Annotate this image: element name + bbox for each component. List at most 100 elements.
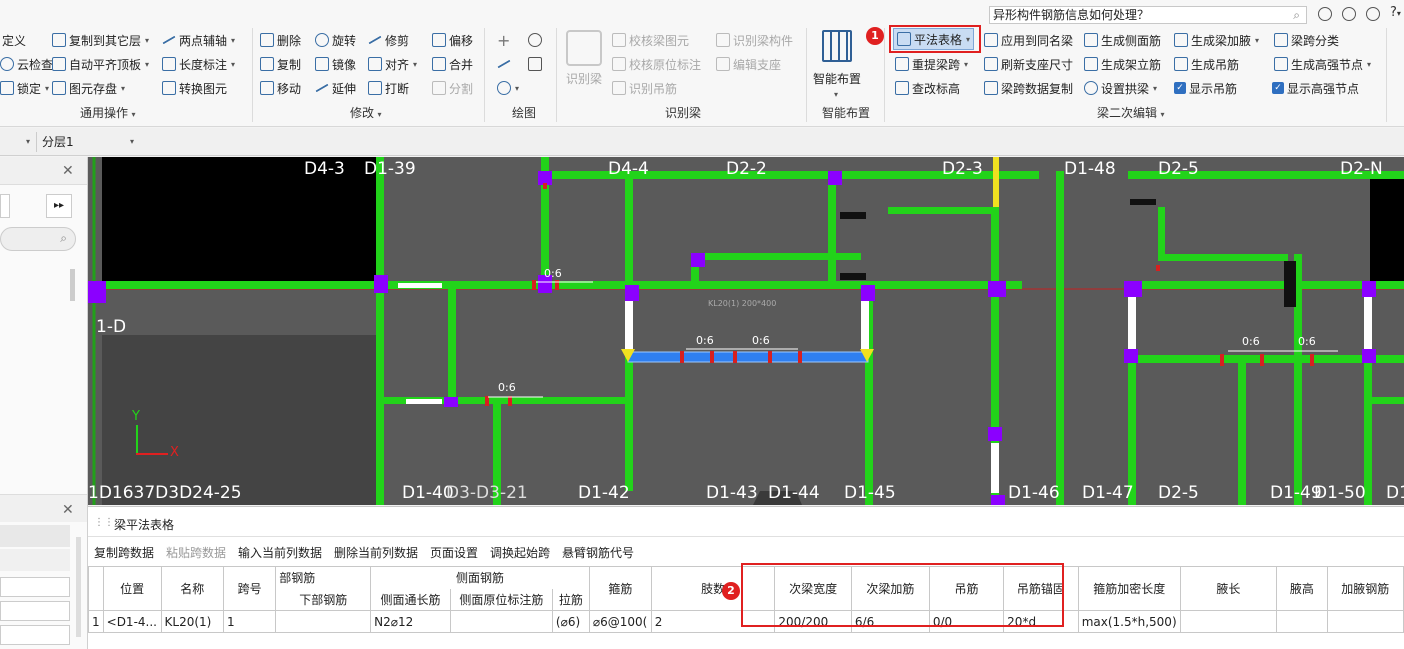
table-cell[interactable] — [449, 610, 553, 633]
merge-button[interactable]: 合并 — [432, 54, 473, 74]
drag-handle-icon[interactable]: ⋮⋮ — [94, 517, 114, 528]
set-arch-beam-button[interactable]: 设置拱梁 ▾ — [1084, 78, 1157, 98]
smart-layout-dropdown[interactable]: ▾ — [834, 84, 838, 104]
copy-span-data-btn[interactable]: 复制跨数据 — [94, 544, 154, 561]
arc-tool[interactable]: ▾ — [497, 78, 519, 98]
align-button[interactable]: 对齐 ▾ — [368, 54, 417, 74]
scrollbar[interactable] — [70, 269, 75, 301]
layer-dropdown-left[interactable]: ▾ — [0, 132, 30, 152]
header-cell[interactable]: 腋高 — [1276, 566, 1328, 611]
edit-support-button[interactable]: 编辑支座 — [716, 54, 781, 74]
group-label-modify[interactable]: 修改 ▾ — [350, 104, 382, 121]
property-row[interactable] — [0, 601, 70, 621]
cloud-check-button[interactable]: 云检查 — [0, 54, 53, 74]
header-cell[interactable]: 加腋钢筋 — [1326, 566, 1404, 611]
trim-button[interactable]: 修剪 — [368, 30, 409, 50]
split-button[interactable]: 分割 — [432, 78, 473, 98]
table-cell[interactable] — [1276, 610, 1328, 633]
refresh-support-button[interactable]: 刷新支座尺寸 — [984, 54, 1073, 74]
apply-same-name-button[interactable]: 应用到同名梁 — [984, 30, 1073, 50]
drawing-canvas[interactable]: D4-3 D1-39 D4-4 D2-2 D2-3 D1-48 D2-5 D2-… — [88, 157, 1404, 505]
modify-elevation-button[interactable]: 查改标高 — [895, 78, 960, 98]
group-label-general[interactable]: 通用操作 ▾ — [80, 104, 136, 121]
lock-button[interactable]: 锁定 ▾ — [0, 78, 49, 98]
header-cell[interactable]: 名称 — [160, 566, 225, 611]
header-cell[interactable]: 位置 — [102, 566, 162, 611]
header-cell[interactable]: 下部钢筋 — [275, 588, 372, 611]
check-annotation-button[interactable]: 校核原位标注 — [612, 54, 701, 74]
paste-span-data-btn[interactable]: 粘贴跨数据 — [166, 544, 226, 561]
table-cell[interactable]: N2⌀12 — [370, 610, 451, 633]
span-classify-button[interactable]: 梁跨分类 — [1274, 30, 1339, 50]
check-beam-button[interactable]: 校核梁图元 — [612, 30, 689, 50]
group-label-secondary-edit[interactable]: 梁二次编辑 ▾ — [1097, 104, 1165, 121]
save-element-button[interactable]: 图元存盘 ▾ — [52, 78, 125, 98]
table-cell[interactable] — [1179, 610, 1278, 633]
gen-hanger-button[interactable]: 生成吊筋 — [1174, 54, 1239, 74]
gen-haunch-button[interactable]: 生成梁加腋 ▾ — [1174, 30, 1259, 50]
length-dimension-button[interactable]: 长度标注 ▾ — [162, 54, 235, 74]
help-search-input[interactable]: 异形构件钢筋信息如何处理？ ⌕ — [989, 6, 1307, 24]
copy-button[interactable]: 复制 — [260, 54, 301, 74]
copy-to-layer-button[interactable]: 复制到其它层 ▾ — [52, 30, 149, 50]
gen-high-strength-button[interactable]: 生成高强节点 ▾ — [1274, 54, 1371, 74]
page-setup-btn[interactable]: 页面设置 — [430, 544, 478, 561]
copy-span-data-button[interactable]: 梁跨数据复制 — [984, 78, 1073, 98]
re-extract-span-button[interactable]: 重提梁跨 ▾ — [895, 54, 968, 74]
convert-element-button[interactable]: 转换图元 — [162, 78, 227, 98]
point-tool[interactable]: + — [497, 30, 510, 50]
two-point-axis-button[interactable]: 两点辅轴 ▾ — [162, 30, 235, 50]
header-cell[interactable]: 侧面原位标注筋 — [449, 588, 553, 611]
table-cell[interactable]: max(1.5*h,500) — [1077, 610, 1181, 633]
table-cell[interactable]: <D1-4... — [102, 610, 162, 633]
chat-icon[interactable] — [1366, 7, 1380, 21]
property-row[interactable] — [0, 625, 70, 645]
table-cell[interactable]: KL20(1) — [160, 610, 225, 633]
headset-icon[interactable] — [1342, 7, 1356, 21]
cantilever-code-btn[interactable]: 悬臂钢筋代号 — [562, 544, 634, 561]
rotate-button[interactable]: 旋转 — [315, 30, 356, 50]
header-cell[interactable]: 跨号 — [222, 566, 277, 611]
table-cell[interactable] — [1326, 610, 1404, 633]
mirror-button[interactable]: 镜像 — [315, 54, 356, 74]
close-icon[interactable]: ✕ — [62, 163, 74, 179]
user-icon[interactable] — [1318, 7, 1332, 21]
recognize-beam-component-button[interactable]: 识别梁构件 — [716, 30, 793, 50]
header-cell[interactable]: 箍筋 — [588, 566, 652, 611]
circle-tool[interactable] — [528, 30, 542, 50]
table-cell[interactable] — [275, 610, 372, 633]
help-icon[interactable]: ?▾ — [1390, 5, 1401, 20]
expand-button[interactable]: ▸▸ — [46, 194, 72, 218]
selected-beam[interactable] — [627, 351, 869, 363]
left-search-input[interactable] — [0, 194, 10, 218]
offset-button[interactable]: 偏移 — [432, 30, 473, 50]
input-column-btn[interactable]: 输入当前列数据 — [238, 544, 322, 561]
auto-align-slab-button[interactable]: 自动平齐顶板 ▾ — [52, 54, 149, 74]
property-row[interactable] — [0, 577, 70, 597]
table-cell[interactable]: ⌀6@100( — [588, 610, 652, 633]
define-button[interactable]: 定义 — [2, 30, 26, 50]
show-high-strength-checkbox[interactable]: ✓ 显示高强节点 — [1272, 78, 1359, 98]
line-tool[interactable] — [497, 54, 511, 74]
show-hanger-checkbox[interactable]: ✓ 显示吊筋 — [1174, 78, 1237, 98]
header-cell[interactable]: 箍筋加密长度 — [1077, 566, 1181, 611]
table-cell[interactable]: (⌀6) — [551, 610, 590, 633]
header-cell[interactable]: 拉筋 — [551, 588, 590, 611]
close-icon[interactable]: ✕ — [62, 502, 74, 518]
scrollbar[interactable] — [76, 537, 81, 637]
header-cell[interactable]: 侧面通长筋 — [370, 588, 451, 611]
recognize-beam-button[interactable]: 识别梁 — [566, 68, 602, 88]
extend-button[interactable]: 延伸 — [315, 78, 356, 98]
recognize-hanger-button[interactable]: 识别吊筋 — [612, 78, 677, 98]
delete-column-btn[interactable]: 删除当前列数据 — [334, 544, 418, 561]
move-button[interactable]: 移动 — [260, 78, 301, 98]
table-cell[interactable]: 1 — [222, 610, 277, 633]
rect-tool[interactable] — [528, 54, 542, 74]
break-button[interactable]: 打断 — [368, 78, 409, 98]
gen-erection-rebar-button[interactable]: 生成架立筋 — [1084, 54, 1161, 74]
gen-side-rebar-button[interactable]: 生成侧面筋 — [1084, 30, 1161, 50]
filter-input[interactable]: ⌕ — [0, 227, 76, 251]
delete-button[interactable]: 删除 — [260, 30, 301, 50]
header-cell[interactable]: 腋长 — [1179, 566, 1278, 611]
layer-select[interactable]: 分层1 ▾ — [36, 132, 140, 152]
